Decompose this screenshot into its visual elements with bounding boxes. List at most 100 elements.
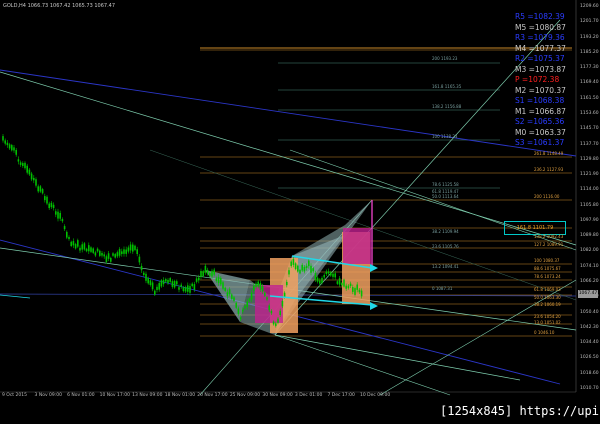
candle-body [101,253,103,256]
price-chart[interactable] [0,0,600,424]
pivot-row-m2: M2 = 1070.37 [515,86,571,97]
candle-body [206,269,209,274]
price-axis-label: 1097.90 [580,217,599,223]
candle-body [59,212,61,219]
candle-body [286,281,288,286]
candle-body [277,318,279,323]
candle-body [94,252,97,256]
pivot-row-p: P = 1072.38 [515,75,571,86]
candle-body [112,253,114,256]
candle-body [354,288,356,295]
candle-body [323,275,325,278]
symbol-info: GOLD,H4 1066.73 1067.42 1065.73 1067.47 [3,3,116,9]
candle-body [13,147,15,151]
fib-level-label: 127.2 1089.91 [534,242,564,247]
candle-body [334,273,336,278]
candle-body [63,226,66,230]
candle-body [41,189,44,194]
candle-body [310,265,312,273]
candle-body [352,287,354,292]
candle-body [165,279,167,282]
time-axis-label: 9 Oct 2015 [2,393,27,398]
candle-body [275,323,277,326]
candle-body [81,244,83,250]
pivot-label: R5 = [515,12,534,21]
fib-level-label: 0 1046.10 [534,330,555,335]
price-axis-label: 1185.20 [580,49,599,55]
time-axis-label: 20 Nov 17:00 [197,393,228,398]
candle-body [171,281,174,287]
candle-body [105,256,108,262]
current-price-tag: 1067.47 [578,290,598,298]
candle-body [279,310,281,315]
candle-body [330,272,332,276]
channel-line [0,69,577,157]
time-axis-label: 3 Dec 01:00 [294,393,323,398]
pivot-row-m0: M0 = 1063.37 [515,128,571,139]
fib-level-label: 38.2 1060.19 [534,302,561,307]
candle-body [244,305,246,309]
price-axis-label: 1026.50 [580,355,599,361]
candle-body [162,280,165,285]
candle-body [345,285,347,289]
candle-body [88,245,90,252]
pivot-value: 1066.87 [534,106,566,116]
pivot-row-m3: M3 = 1073.87 [515,65,571,76]
candle-body [235,302,237,308]
chart-window[interactable]: GOLD,H4 1066.73 1067.42 1065.73 1067.47 … [0,0,600,424]
candle-body [55,211,57,215]
time-axis-label: 7 Dec 17:00 [327,393,355,398]
candle-body [85,248,88,252]
price-axis-label: 1137.70 [580,141,599,147]
candle-body [182,287,185,292]
pivot-value: 1068.38 [533,96,565,105]
fib-level-label: 161.8 1165.35 [432,84,462,89]
candle-body [209,273,211,276]
candle-body [261,286,264,292]
trend-line [274,334,451,396]
candle-body [180,284,182,287]
candle-body [125,249,127,254]
price-axis-label: 1114.00 [580,187,599,193]
pivot-row-s2: S2 = 1065.36 [515,117,571,128]
price-axis-label: 1209.60 [580,4,599,9]
candle-body [121,251,123,254]
candle-body [349,283,352,287]
candle-body [66,231,68,238]
price-axis-label: 1177.30 [580,65,599,71]
fib-level-label: 200 1116.00 [534,194,560,199]
pivot-panel: R5 = 1082.39 M5 = 1080.87 R3 = 1079.36 M4 =… [515,12,571,149]
candle-body [37,186,39,192]
watermark: [1254x845] https://upic.me/ [440,404,600,418]
pivot-row-m4: M4 = 1077.37 [515,44,571,55]
time-axis-label: 10 Dec 09:00 [360,393,391,398]
candle-body [26,165,28,173]
price-axis-label: 1145.70 [580,126,599,132]
pivot-value: 1082.39 [533,12,565,21]
candle-body [272,321,275,325]
price-axis-label: 1010.70 [580,386,599,391]
candle-body [169,278,171,282]
candle-body [239,317,242,320]
candle-body [83,243,86,250]
pivot-label: R3 = [515,33,534,42]
fib-level-label: 13.2 1094.41 [432,264,459,269]
candle-body [114,254,116,258]
candle-body [204,265,207,273]
fib-level-label: 23.6 1054.20 [534,314,561,319]
candle-body [68,236,70,240]
candle-body [136,249,138,254]
pivot-value: 1073.87 [534,64,566,74]
candle-body [253,285,255,291]
pivot-label: M1 = [515,106,535,116]
candle-body [228,289,231,295]
candle-body [52,204,55,208]
candle-body [74,244,77,249]
candle-body [107,253,110,259]
pivot-row-s1: S1 = 1068.38 [515,96,571,107]
candle-body [290,261,292,266]
candle-body [132,244,134,252]
candle-body [6,142,9,146]
candle-body [220,278,222,285]
pivot-value: 1072.38 [528,75,560,84]
